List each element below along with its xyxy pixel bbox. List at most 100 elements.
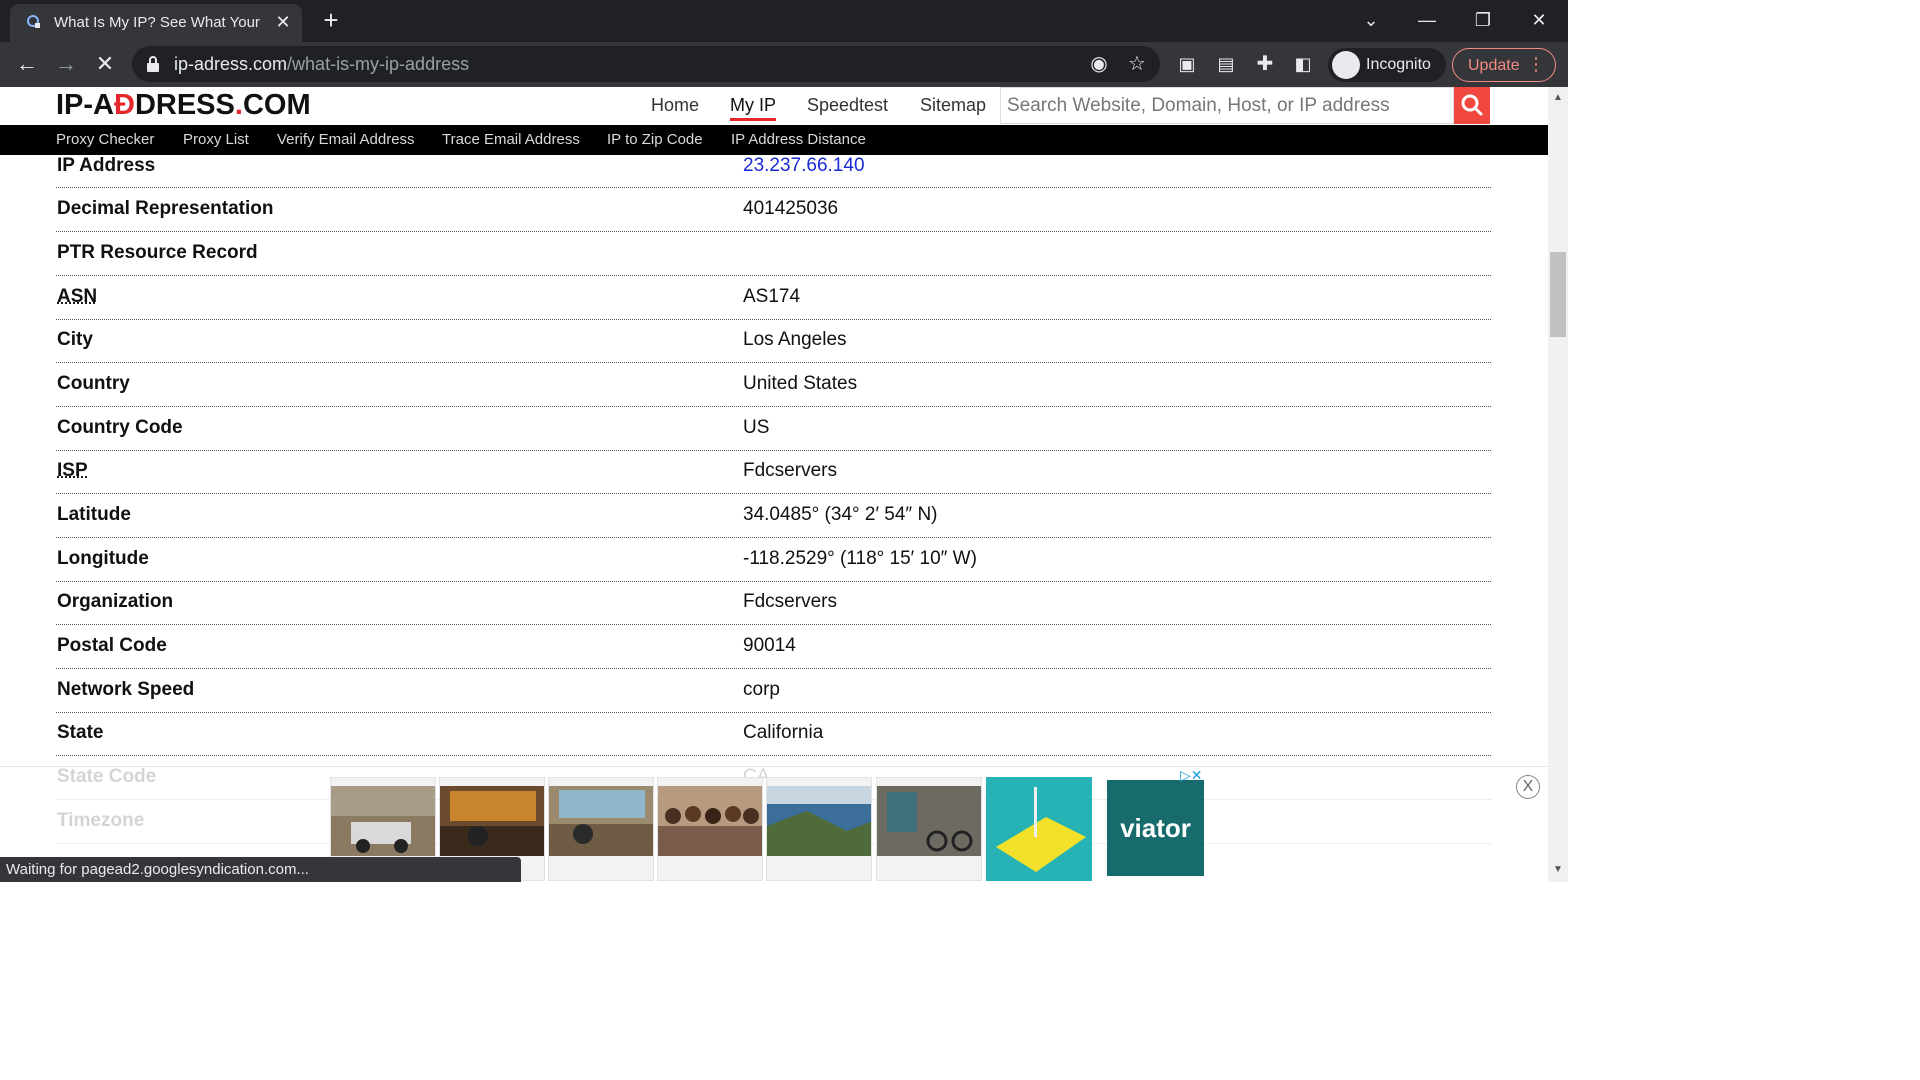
ad-thumbnail[interactable] [766,777,872,881]
row-value: -118.2529° (118° 15′ 10″ W) [743,548,977,569]
site-favicon-icon [27,15,40,28]
table-row: Organization Fdcservers [56,581,1491,625]
coast-image [767,786,871,856]
nav-my-ip[interactable]: My IP [730,95,777,121]
forward-icon[interactable]: → [53,51,79,77]
incognito-label: Incognito [1366,56,1431,73]
car-interior-image [440,786,544,856]
table-row: Longitude -118.2529° (118° 15′ 10″ W) [56,538,1491,582]
row-value: California [743,722,824,743]
new-tab-icon[interactable]: + [318,7,344,34]
table-row: IP Address 23.237.66.140 [56,145,1491,188]
nav-home[interactable]: Home [651,95,699,116]
row-key: Decimal Representation [57,198,274,219]
page-scrollbar[interactable]: ▲ ▼ [1548,87,1568,882]
status-text: Waiting for pagead2.googlesyndication.co… [6,861,309,878]
table-row: Network Speed corp [56,669,1491,713]
restore-icon[interactable]: ❐ [1468,6,1498,34]
row-key: ISP [57,460,88,481]
table-row: PTR Resource Record [56,232,1491,276]
window-close-icon[interactable]: ✕ [1524,6,1554,34]
row-key: Latitude [57,504,131,525]
ad-thumbnail[interactable] [657,777,763,881]
site-search-input[interactable] [1007,94,1447,118]
minimize-icon[interactable]: — [1412,6,1442,34]
reader-mode-icon[interactable]: ▣ [1174,51,1200,77]
site-logo[interactable]: IP-AĐDRESS.COM [56,89,311,122]
table-row: ASN AS174 [56,276,1491,320]
nav-speedtest[interactable]: Speedtest [807,95,888,116]
bookmark-star-icon[interactable]: ☆ [1125,53,1149,75]
row-value: Los Angeles [743,329,847,350]
status-bar: Waiting for pagead2.googlesyndication.co… [0,857,521,882]
address-bar[interactable]: ip-adress.com/what-is-my-ip-address ◉ ☆ [132,46,1160,82]
row-key: PTR Resource Record [57,242,258,263]
scroll-up-icon[interactable]: ▲ [1552,93,1564,103]
row-key: ASN [57,286,98,307]
car-dashboard-image [549,786,653,856]
page-viewport: IP-AĐDRESS.COM Home My IP Speedtest Site… [0,87,1548,882]
site-header: IP-AĐDRESS.COM Home My IP Speedtest Site… [0,87,1548,125]
browser-tab-strip: What Is My IP? See What Your ✕ + ⌄ — ❐ ✕ [0,0,1568,42]
incognito-icon [1332,51,1360,79]
table-row: State California [56,712,1491,756]
tab-search-chevron-icon[interactable]: ⌄ [1356,6,1386,34]
row-key: Network Speed [57,679,195,700]
row-value: United States [743,373,858,394]
row-value: corp [743,679,780,700]
incognito-profile-button[interactable]: Incognito [1328,48,1446,82]
row-value: AS174 [743,286,801,307]
ad-thumbnail[interactable] [548,777,654,881]
table-row: Country United States [56,363,1491,407]
side-panel-icon[interactable]: ◧ [1290,51,1316,77]
row-value: Fdcservers [743,460,837,481]
site-search-box [1000,87,1454,124]
row-key: State [57,722,104,743]
extensions-icon[interactable]: ✚ [1252,51,1278,77]
row-value: 90014 [743,635,796,656]
ad-thumbnail[interactable] [876,777,982,881]
tab-title: What Is My IP? See What Your [54,14,260,31]
url-text[interactable]: ip-adress.com/what-is-my-ip-address [174,54,469,75]
row-value: 34.0485° (34° 2′ 54″ N) [743,504,938,525]
ip-address-link[interactable]: 23.237.66.140 [743,155,865,177]
row-key: Longitude [57,548,149,569]
ad-close-button[interactable]: X [1516,775,1540,799]
search-icon [1461,94,1483,116]
ad-choices-icon[interactable]: ▷✕ [1180,767,1216,783]
table-row: City Los Angeles [56,319,1491,363]
browser-tab[interactable]: What Is My IP? See What Your ✕ [10,4,302,42]
table-row: Latitude 34.0485° (34° 2′ 54″ N) [56,494,1491,538]
row-value: Fdcservers [743,591,837,612]
row-key: Country [57,373,130,394]
row-key: City [57,329,93,350]
page-icon[interactable]: ▤ [1213,51,1239,77]
table-row: ISP Fdcservers [56,450,1491,494]
row-value: US [743,417,770,438]
back-icon[interactable]: ← [14,51,40,77]
row-key: IP Address [57,155,156,176]
jeep-image [331,786,435,856]
table-row: Decimal Representation 401425036 [56,188,1491,232]
table-row: Postal Code 90014 [56,625,1491,669]
row-value: 401425036 [743,198,839,219]
catamaran-image [986,777,1092,881]
nav-sitemap[interactable]: Sitemap [920,95,986,116]
search-button[interactable] [1454,87,1490,124]
scroll-down-icon[interactable]: ▼ [1552,865,1564,875]
row-key: Country Code [57,417,183,438]
tab-close-icon[interactable]: ✕ [272,11,294,33]
browser-toolbar: ← → ✕ ip-adress.com/what-is-my-ip-addres… [0,42,1568,87]
update-button[interactable]: Update ⋮ [1452,48,1556,82]
row-key: Organization [57,591,174,612]
update-label: Update [1468,57,1520,74]
scrollbar-thumb[interactable] [1550,252,1566,337]
lock-icon [147,56,159,72]
bikes-image [877,786,981,856]
menu-dots-icon[interactable]: ⋮ [1527,54,1545,75]
tracking-protection-icon[interactable]: ◉ [1087,53,1111,75]
stop-loading-icon[interactable]: ✕ [92,51,118,77]
viator-logo[interactable]: viator [1107,780,1204,876]
ad-thumbnail[interactable] [986,777,1092,881]
group-photo-image [658,786,762,856]
